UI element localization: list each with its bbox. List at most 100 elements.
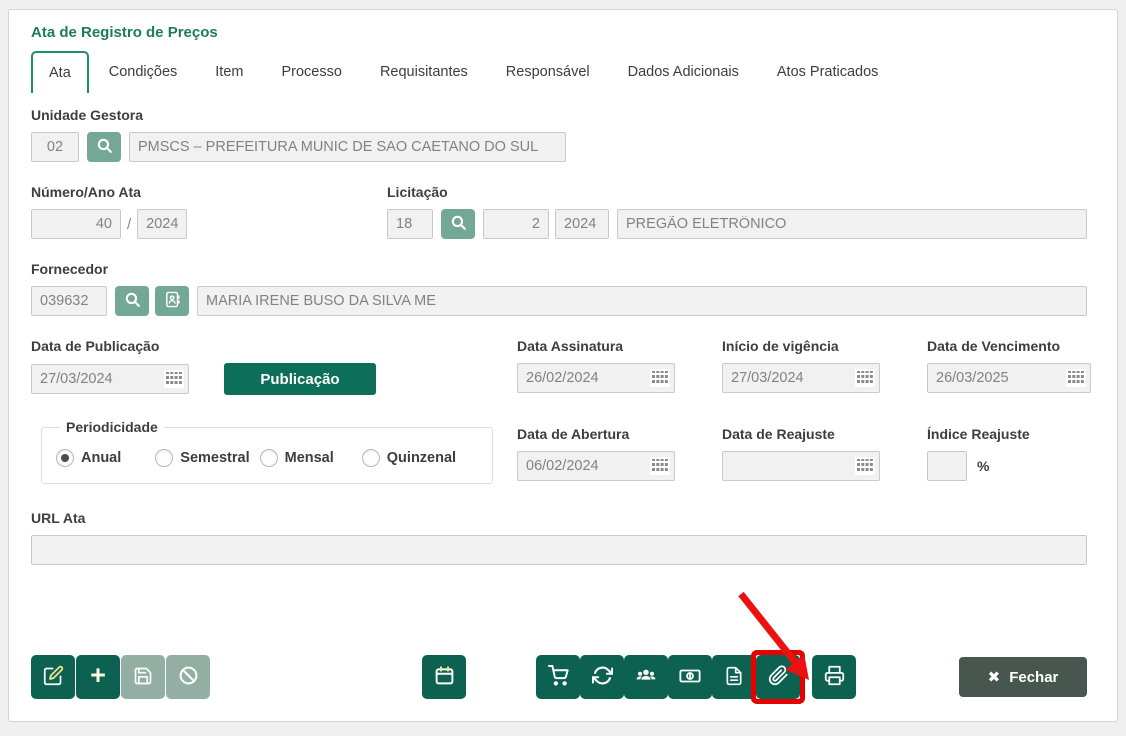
radio-mensal-dot[interactable]: [259, 449, 278, 467]
inicio-vigencia-input[interactable]: 27/03/2024: [722, 363, 880, 393]
inicio-vigencia-group: Início de vigência 27/03/2024: [722, 338, 927, 393]
calendar-grid-icon[interactable]: [855, 369, 875, 387]
calendar-grid-icon[interactable]: [650, 369, 670, 387]
radio-anual[interactable]: Anual: [56, 449, 121, 467]
radio-mensal-label: Mensal: [284, 450, 334, 466]
fornecedor-code-input[interactable]: [31, 286, 107, 316]
data-publicacao-input[interactable]: 27/03/2024: [31, 364, 189, 394]
tab-responsavel[interactable]: Responsável: [494, 51, 602, 93]
periodicidade-label: Periodicidade: [66, 419, 158, 435]
page-title: Ata de Registro de Preços: [31, 24, 218, 41]
radio-anual-dot[interactable]: [56, 449, 74, 467]
url-ata-label: URL Ata: [31, 510, 86, 526]
calendar-grid-icon[interactable]: [164, 370, 184, 388]
licitacao-group: Licitação: [387, 184, 1087, 239]
calendar-icon: [434, 665, 455, 689]
data-vencimento-group: Data de Vencimento 26/03/2025: [927, 338, 1091, 393]
data-vencimento-label: Data de Vencimento: [927, 338, 1061, 354]
fornecedor-label: Fornecedor: [31, 261, 109, 277]
edit-button[interactable]: [31, 655, 75, 699]
radio-anual-label: Anual: [81, 450, 122, 466]
unidade-gestora-name-input[interactable]: [129, 132, 566, 162]
url-ata-input[interactable]: [31, 535, 1087, 565]
add-button[interactable]: +: [76, 655, 120, 699]
radio-semestral-label: Semestral: [180, 450, 250, 466]
fechar-label: Fechar: [1009, 668, 1059, 686]
indice-reajuste-group: Índice Reajuste %: [927, 419, 1087, 481]
numero-ano-group: Número/Ano Ata /: [31, 184, 387, 239]
data-reajuste-input[interactable]: [722, 451, 880, 481]
fornecedor-name-input[interactable]: [197, 286, 1087, 316]
indice-reajuste-input[interactable]: [927, 451, 967, 481]
save-button: [121, 655, 165, 699]
data-abertura-input[interactable]: 06/02/2024: [517, 451, 675, 481]
data-reajuste-label: Data de Reajuste: [722, 426, 835, 442]
data-vencimento-value: 26/03/2025: [936, 370, 1009, 386]
fornecedor-group: Fornecedor: [31, 261, 1087, 316]
address-book-icon: [164, 291, 181, 311]
data-abertura-group: Data de Abertura 06/02/2024: [517, 419, 722, 481]
data-assinatura-input[interactable]: 26/02/2024: [517, 363, 675, 393]
ano-ata-input[interactable]: [137, 209, 188, 239]
paperclip-icon: [768, 665, 789, 689]
circle-slash-icon: [178, 665, 199, 689]
tab-atos-praticados[interactable]: Atos Praticados: [765, 51, 891, 93]
indice-reajuste-label: Índice Reajuste: [927, 426, 1030, 442]
refresh-icon: [591, 665, 613, 689]
licitacao-ano-input[interactable]: [555, 209, 609, 239]
fornecedor-search-button[interactable]: [115, 286, 149, 316]
calendar-grid-icon[interactable]: [1066, 369, 1086, 387]
licitacao-search-button[interactable]: [441, 209, 475, 239]
ata-registro-window: Ata de Registro de Preços Ata Condições …: [8, 9, 1118, 722]
values-button[interactable]: [668, 655, 712, 699]
participants-button[interactable]: [624, 655, 668, 699]
tab-condicoes[interactable]: Condições: [97, 51, 190, 93]
unidade-gestora-search-button[interactable]: [87, 132, 121, 162]
unidade-gestora-group: Unidade Gestora: [31, 107, 1087, 162]
licitacao-seq-input[interactable]: [483, 209, 549, 239]
data-assinatura-label: Data Assinatura: [517, 338, 624, 354]
unidade-gestora-label: Unidade Gestora: [31, 107, 144, 123]
calendar-grid-icon[interactable]: [650, 457, 670, 475]
radio-mensal[interactable]: Mensal: [259, 449, 334, 467]
fornecedor-contact-button[interactable]: [155, 286, 189, 316]
licitacao-numero-input[interactable]: [387, 209, 433, 239]
search-icon: [450, 214, 467, 234]
tab-ata[interactable]: Ata: [31, 51, 89, 93]
unidade-gestora-code-input[interactable]: [31, 132, 79, 162]
data-reajuste-group: Data de Reajuste: [722, 419, 927, 481]
numero-ano-label: Número/Ano Ata: [31, 184, 141, 200]
schedule-button[interactable]: [422, 655, 466, 699]
tab-item[interactable]: Item: [203, 51, 255, 93]
radio-semestral[interactable]: Semestral: [155, 449, 250, 467]
calendar-grid-icon[interactable]: [855, 457, 875, 475]
data-vencimento-input[interactable]: 26/03/2025: [927, 363, 1091, 393]
data-assinatura-value: 26/02/2024: [526, 370, 599, 386]
publicacao-button[interactable]: Publicação: [224, 363, 376, 395]
licitacao-label: Licitação: [387, 184, 448, 200]
radio-quinzenal[interactable]: Quinzenal: [361, 449, 456, 467]
data-abertura-label: Data de Abertura: [517, 426, 630, 442]
document-button[interactable]: [712, 655, 756, 699]
numero-ano-separator: /: [127, 215, 132, 233]
shopping-cart-icon: [547, 664, 569, 689]
radio-semestral-dot[interactable]: [155, 449, 174, 467]
inicio-vigencia-value: 27/03/2024: [731, 370, 804, 386]
tab-dados-adicionais[interactable]: Dados Adicionais: [616, 51, 751, 93]
attachment-button[interactable]: [756, 655, 800, 699]
attachment-highlight-box: [756, 655, 800, 699]
percent-suffix: %: [977, 458, 990, 474]
tab-processo[interactable]: Processo: [269, 51, 353, 93]
numero-ata-input[interactable]: [31, 209, 121, 239]
printer-icon: [824, 665, 845, 689]
data-abertura-value: 06/02/2024: [526, 458, 599, 474]
radio-quinzenal-dot[interactable]: [361, 449, 380, 467]
refresh-button[interactable]: [580, 655, 624, 699]
plus-icon: +: [90, 660, 106, 690]
search-icon: [96, 137, 113, 157]
fechar-button[interactable]: ✖ Fechar: [959, 657, 1087, 697]
print-button[interactable]: [812, 655, 856, 699]
tab-requisitantes[interactable]: Requisitantes: [368, 51, 480, 93]
cart-button[interactable]: [536, 655, 580, 699]
licitacao-modalidade-input[interactable]: [617, 209, 1087, 239]
